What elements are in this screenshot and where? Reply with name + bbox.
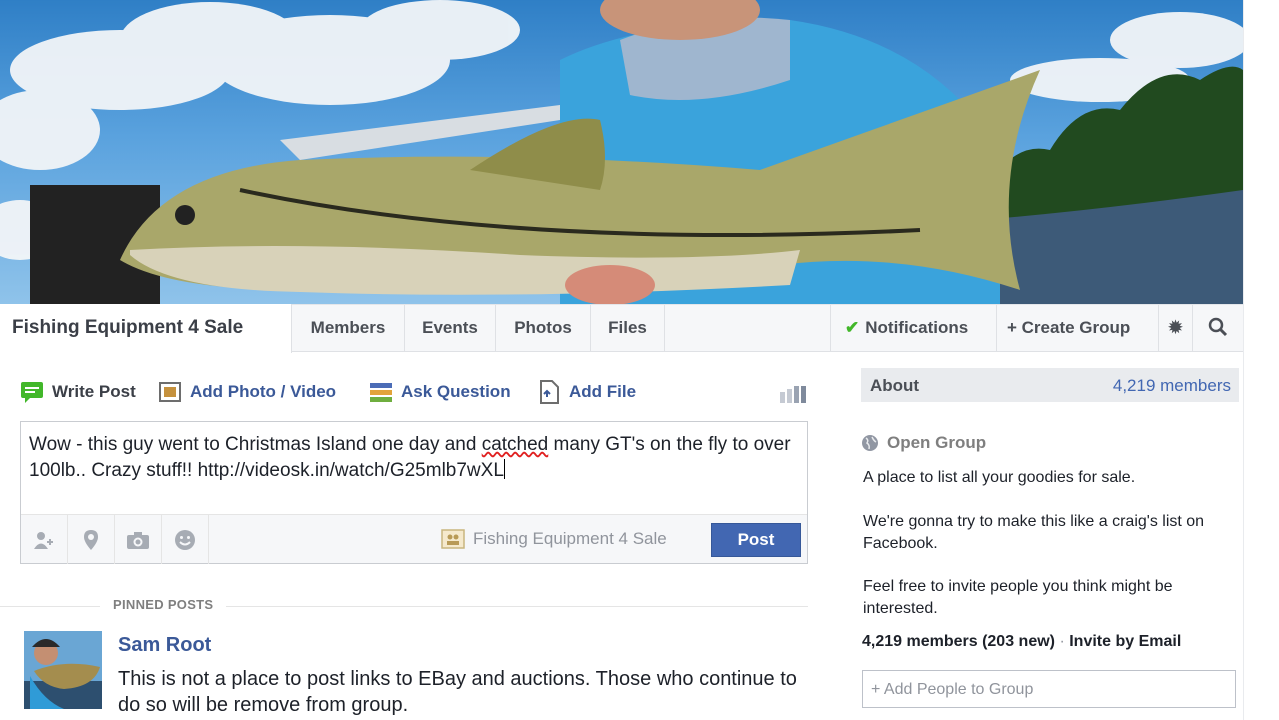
composer-options-icon[interactable] <box>780 385 806 403</box>
gear-icon: ✹ <box>1168 318 1183 337</box>
post-composer[interactable]: Wow - this guy went to Christmas Island … <box>20 421 808 564</box>
open-group-label: Open Group <box>861 433 986 453</box>
location-button[interactable] <box>68 515 115 564</box>
composer-text-part1: Wow - this guy went to Christmas Island … <box>29 434 482 455</box>
composer-textarea[interactable]: Wow - this guy went to Christmas Island … <box>29 432 799 484</box>
tab-photos[interactable]: Photos <box>496 305 591 351</box>
about-header: About 4,219 members <box>861 368 1239 402</box>
separator-dot: · <box>1059 633 1065 650</box>
tab-events[interactable]: Events <box>405 305 496 351</box>
group-nav-bar: Fishing Equipment 4 Sale Members Events … <box>0 304 1243 353</box>
add-photo-label: Add Photo / Video <box>190 382 337 401</box>
tab-ask-question[interactable]: Ask Question <box>369 380 511 404</box>
member-count-link[interactable]: 4,219 members <box>1113 376 1231 396</box>
pinned-post-body: This is not a place to post links to EBa… <box>118 668 797 716</box>
page-right-margin <box>1243 0 1279 720</box>
globe-icon <box>862 435 878 451</box>
add-file-label: Add File <box>569 382 637 401</box>
tab-members[interactable]: Members <box>292 305 405 351</box>
group-description-3: Feel free to invite people you think mig… <box>863 578 1173 617</box>
tab-add-file[interactable]: Add File <box>537 380 636 404</box>
members-summary-text[interactable]: 4,219 members (203 new) <box>862 633 1055 650</box>
open-group-text: Open Group <box>887 433 987 452</box>
misspelled-word: catched <box>481 434 549 455</box>
notifications-button[interactable]: ✔ Notifications <box>830 305 996 351</box>
write-post-icon <box>21 382 43 403</box>
tab-add-photo-video[interactable]: Add Photo / Video <box>158 380 336 404</box>
pinned-post-author[interactable]: Sam Root <box>118 634 211 657</box>
emoji-icon <box>175 529 195 550</box>
photo-icon <box>159 382 181 402</box>
notifications-label: Notifications <box>865 318 969 337</box>
create-group-label: + Create Group <box>1007 318 1131 337</box>
tag-people-button[interactable] <box>21 515 68 564</box>
about-title: About <box>870 376 920 395</box>
file-icon <box>540 380 559 404</box>
search-icon <box>1208 317 1228 337</box>
author-avatar-image <box>24 631 102 709</box>
tag-people-icon <box>34 531 53 549</box>
search-button[interactable] <box>1192 305 1243 351</box>
cover-photo-fish-image <box>0 0 1243 304</box>
question-list-icon <box>370 383 392 402</box>
avatar[interactable] <box>24 631 102 709</box>
group-icon <box>441 529 465 549</box>
settings-button[interactable]: ✹ <box>1158 305 1192 351</box>
audience-label: Fishing Equipment 4 Sale <box>473 529 667 548</box>
emoji-button[interactable] <box>162 515 209 564</box>
ask-question-label: Ask Question <box>401 382 511 401</box>
check-icon: ✔ <box>845 318 860 337</box>
invite-by-email-link[interactable]: Invite by Email <box>1069 633 1181 650</box>
tab-write-post[interactable]: Write Post <box>20 380 136 404</box>
group-description-1: A place to list all your goodies for sal… <box>863 469 1136 486</box>
group-description-2: We're gonna try to make this like a crai… <box>863 513 1205 552</box>
location-icon <box>84 529 98 550</box>
camera-button[interactable] <box>115 515 162 564</box>
post-button[interactable]: Post <box>711 523 801 557</box>
group-name-title[interactable]: Fishing Equipment 4 Sale <box>0 304 292 353</box>
camera-icon <box>127 531 149 549</box>
cover-photo <box>0 0 1243 304</box>
create-group-button[interactable]: + Create Group <box>996 305 1158 351</box>
composer-footer: Fishing Equipment 4 Sale Post <box>21 514 807 564</box>
write-post-label: Write Post <box>52 382 136 401</box>
text-cursor <box>503 459 505 479</box>
tab-files[interactable]: Files <box>591 305 665 351</box>
members-summary: 4,219 members (203 new) · Invite by Emai… <box>862 633 1181 651</box>
audience-selector[interactable]: Fishing Equipment 4 Sale <box>441 529 667 549</box>
pinned-posts-label: PINNED POSTS <box>100 597 227 612</box>
add-people-input[interactable]: + Add People to Group <box>862 670 1236 708</box>
